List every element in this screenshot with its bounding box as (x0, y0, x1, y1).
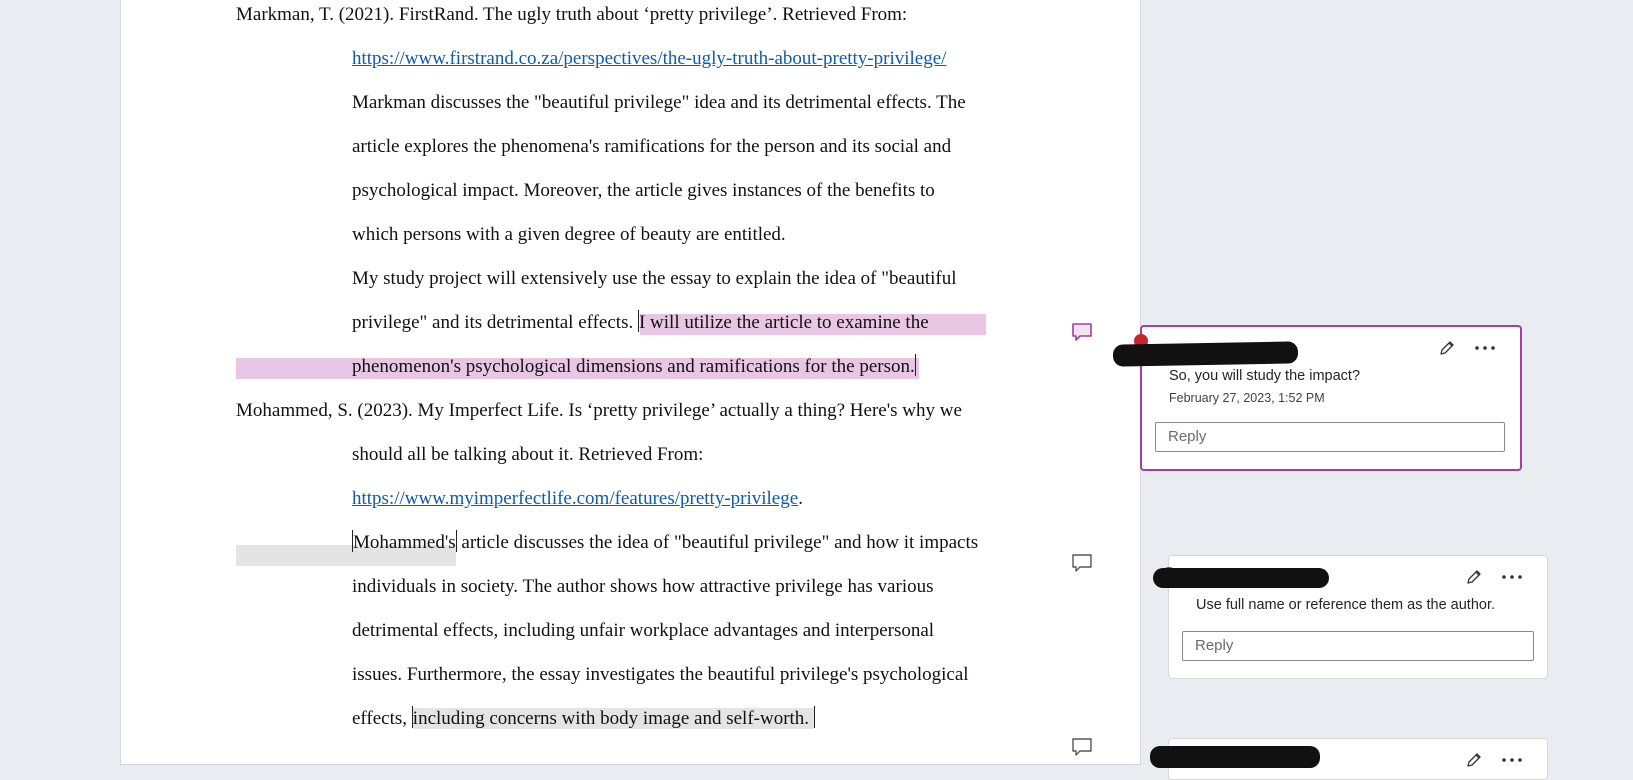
paragraph-line: individuals in society. The author shows… (352, 576, 934, 597)
paragraph-line: My study project will extensively use th… (352, 268, 957, 289)
highlighted-text[interactable]: phenomenon's psychological dimensions an… (352, 356, 915, 377)
paragraph-text: effects, (352, 708, 412, 729)
paragraph-line: issues. Furthermore, the essay investiga… (352, 664, 969, 685)
paragraph-line: article explores the phenomena's ramific… (352, 136, 952, 157)
reference-mohammed: Mohammed, S. (2023). My Imperfect Life. … (236, 400, 962, 421)
redacted-author-name (1150, 746, 1320, 768)
comment-icon[interactable] (1071, 322, 1093, 342)
paragraph-text: privilege" and its detrimental effects. (352, 312, 638, 333)
edit-icon[interactable] (1438, 339, 1456, 357)
document-page[interactable]: Markman, T. (2021). FirstRand. The ugly … (120, 0, 1141, 765)
paragraph-text: article discusses the idea of "beautiful… (456, 532, 979, 553)
paragraph-line: https://www.myimperfectlife.com/features… (352, 486, 803, 512)
highlighted-text[interactable]: including concerns with body image and s… (412, 708, 814, 729)
comment-icon[interactable] (1071, 737, 1093, 757)
paragraph-line: which persons with a given degree of bea… (352, 224, 786, 245)
link-firstrand[interactable]: https://www.firstrand.co.za/perspectives… (352, 46, 946, 72)
comment-icon[interactable] (1071, 553, 1093, 573)
paragraph-line: phenomenon's psychological dimensions an… (352, 354, 916, 380)
more-options-icon[interactable] (1500, 568, 1524, 586)
edit-icon[interactable] (1465, 568, 1483, 586)
paragraph-line: effects, including concerns with body im… (352, 706, 815, 732)
paragraph-text: . (798, 488, 803, 509)
reply-input[interactable]: Reply (1155, 422, 1505, 452)
paragraph-line: should all be talking about it. Retrieve… (352, 444, 704, 465)
paragraph-line: Mohammed's article discusses the idea of… (352, 530, 978, 556)
paragraph-line: detrimental effects, including unfair wo… (352, 620, 935, 641)
paragraph-line: privilege" and its detrimental effects. … (352, 310, 929, 336)
reply-input[interactable]: Reply (1182, 631, 1534, 661)
highlighted-text[interactable]: Mohammed's (353, 532, 456, 553)
text-cursor (914, 354, 916, 376)
more-options-icon[interactable] (1473, 339, 1497, 357)
comment-date: February 27, 2023, 1:52 PM (1169, 391, 1325, 405)
edit-icon[interactable] (1465, 751, 1483, 769)
comment-text: So, you will study the impact? (1169, 368, 1361, 384)
redacted-author-name (1112, 341, 1299, 367)
more-options-icon[interactable] (1500, 751, 1524, 769)
reference-markman: Markman, T. (2021). FirstRand. The ugly … (236, 4, 908, 25)
paragraph-line: Markman discusses the "beautiful privile… (352, 92, 966, 113)
comment-text: Use full name or reference them as the a… (1196, 597, 1496, 613)
highlighted-text[interactable]: I will utilize the article to examine th… (639, 312, 929, 333)
text-cursor (813, 706, 815, 728)
redacted-author-name (1153, 568, 1329, 588)
paragraph-line: psychological impact. Moreover, the arti… (352, 180, 935, 201)
link-myimperfectlife[interactable]: https://www.myimperfectlife.com/features… (352, 488, 798, 509)
